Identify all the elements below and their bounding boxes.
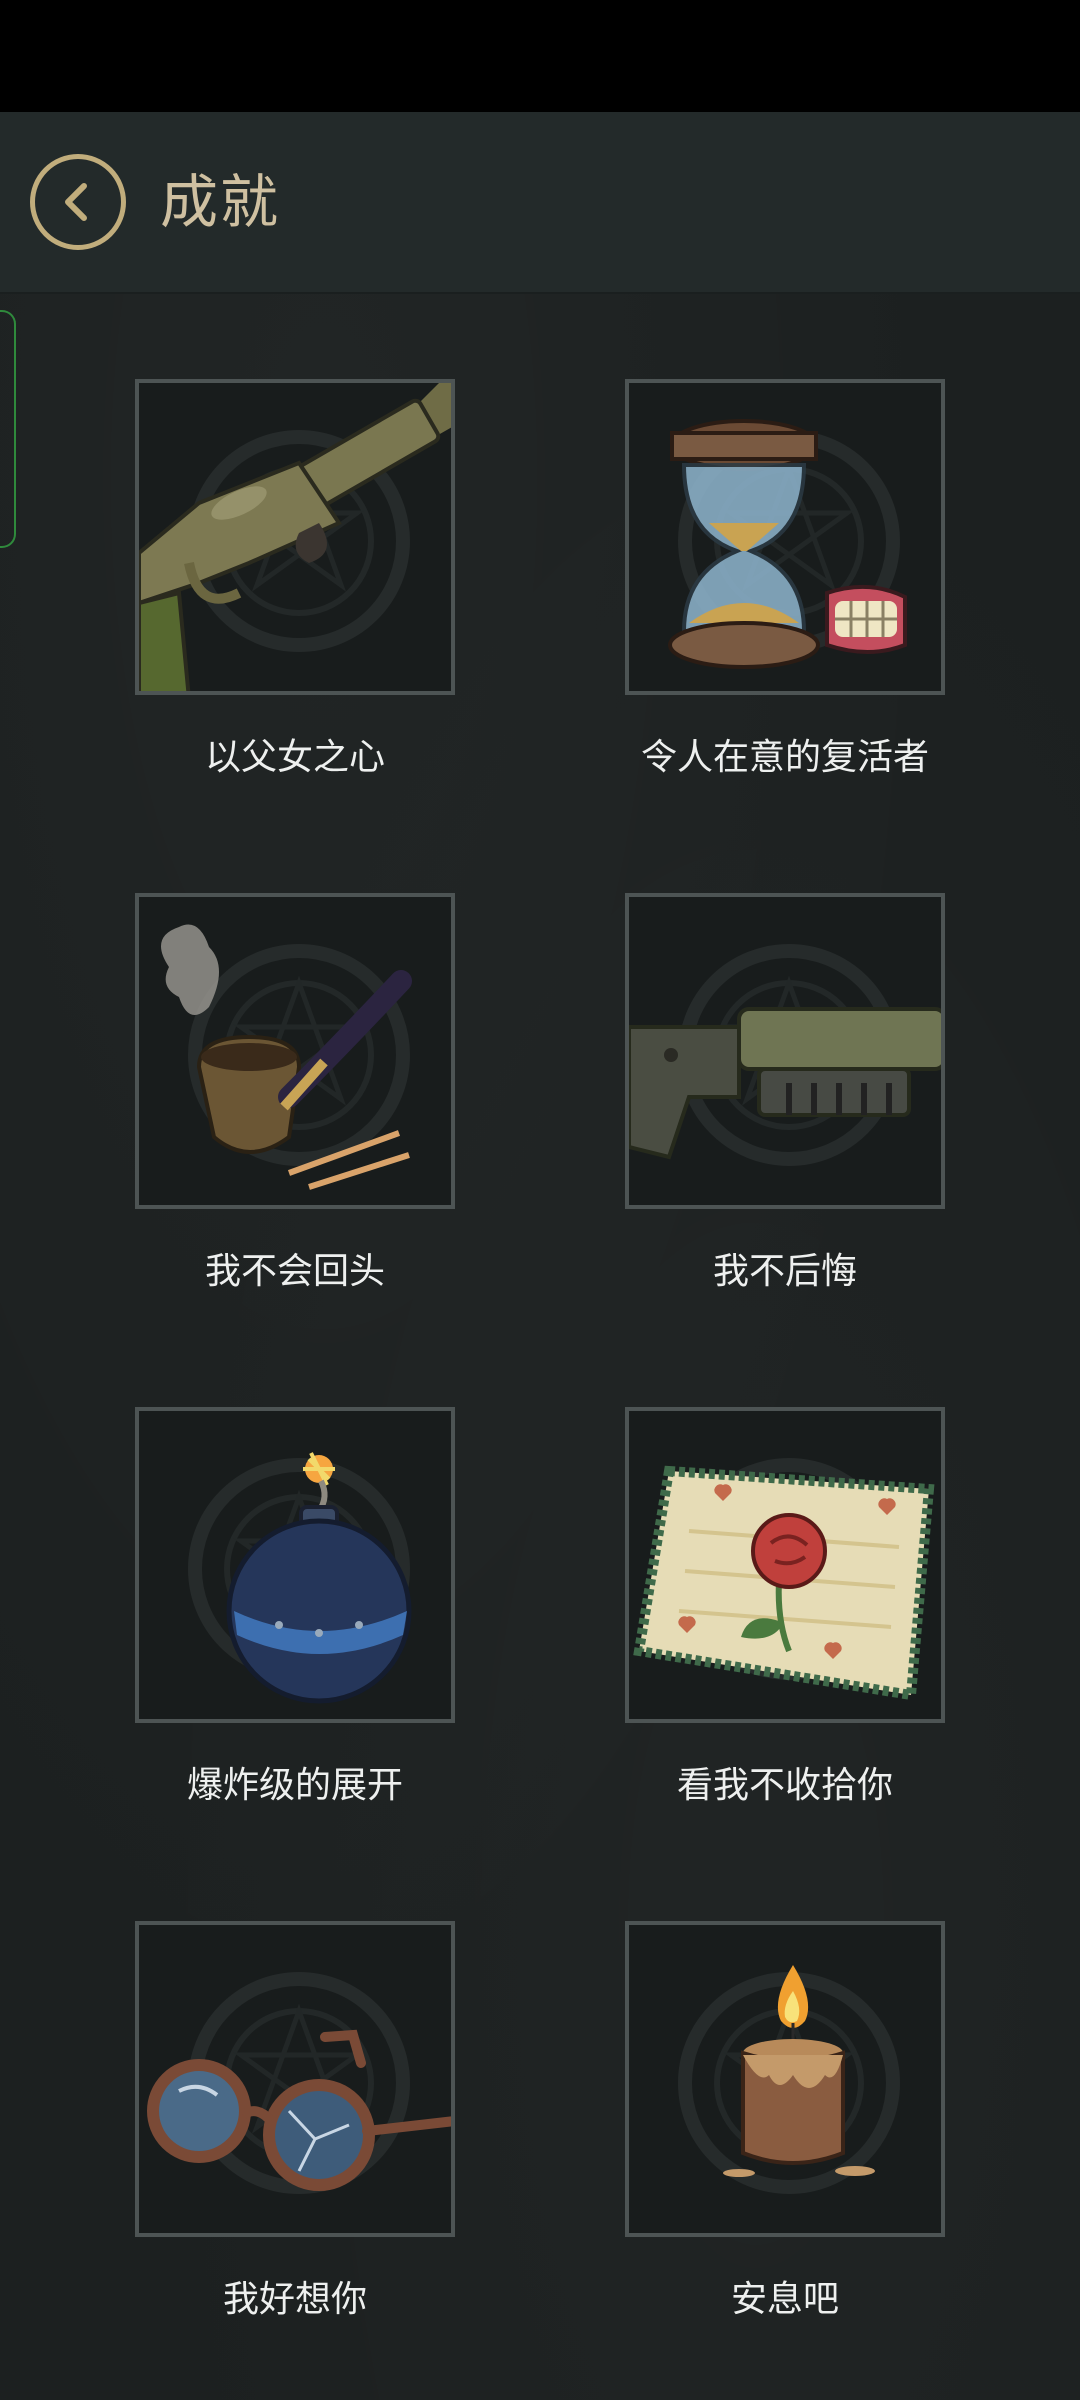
smoking-pipe-icon [161, 924, 412, 1190]
achievement-icon-frame [625, 379, 945, 695]
achievement-icon-frame [135, 379, 455, 695]
achievement-icon-frame [625, 1921, 945, 2237]
achievement-label: 爆炸级的展开 [186, 1765, 403, 1806]
achievement-card[interactable]: 令人在意的复活者 [625, 379, 945, 781]
rose-handkerchief-icon [633, 1465, 935, 1701]
achievement-icon-frame [135, 1921, 455, 2237]
achievement-card[interactable]: 我不后悔 [625, 893, 945, 1295]
achievement-card[interactable]: 安息吧 [625, 1921, 945, 2323]
achievement-icon-frame [625, 893, 945, 1209]
achievement-card[interactable]: 我好想你 [135, 1921, 455, 2323]
achievements-screen: 成就 以父女之心 令人在意的复活者 我不会回头 我不后悔 爆炸级的展开 看我不收… [0, 0, 1080, 2400]
rifle-icon [629, 1007, 941, 1160]
achievement-grid: 以父女之心 令人在意的复活者 我不会回头 我不后悔 爆炸级的展开 看我不收拾你 … [0, 0, 1080, 2400]
hourglass-dentures-icon [668, 419, 907, 669]
achievement-icon-frame [135, 893, 455, 1209]
broken-glasses-icon [147, 2029, 451, 2191]
achievement-card[interactable]: 爆炸级的展开 [135, 1407, 455, 1809]
achievement-label: 以父女之心 [204, 737, 385, 778]
candle-icon [723, 1965, 875, 2177]
shotgun-icon [139, 383, 451, 691]
achievement-label: 我不会回头 [204, 1251, 385, 1292]
achievement-label: 我不后悔 [712, 1251, 857, 1292]
bomb-icon [226, 1452, 412, 1704]
achievement-card[interactable]: 以父女之心 [135, 379, 455, 781]
achievement-card[interactable]: 看我不收拾你 [625, 1407, 945, 1809]
achievement-icon-frame [135, 1407, 455, 1723]
achievement-icon-frame [625, 1407, 945, 1723]
achievement-card[interactable]: 我不会回头 [135, 893, 455, 1295]
achievement-label: 令人在意的复活者 [640, 737, 929, 778]
achievement-label: 安息吧 [730, 2279, 839, 2320]
achievement-label: 看我不收拾你 [676, 1765, 893, 1806]
achievement-label: 我好想你 [222, 2279, 367, 2320]
